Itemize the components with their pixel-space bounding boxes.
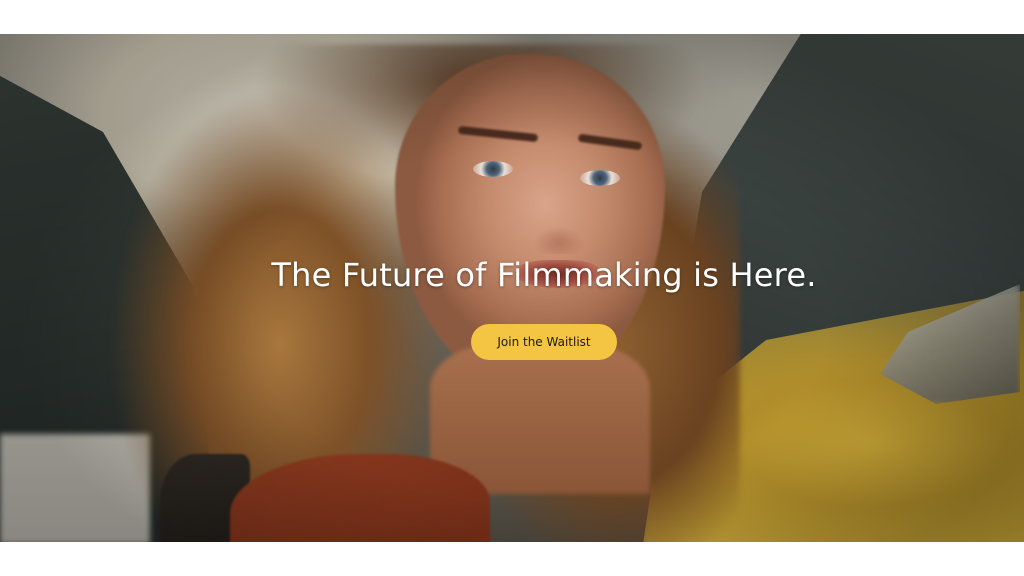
join-waitlist-button[interactable]: Join the Waitlist — [471, 324, 617, 360]
hero-headline: The Future of Filmmaking is Here. — [271, 256, 817, 294]
page: The Future of Filmmaking is Here. Join t… — [0, 0, 1024, 576]
hero-content: The Future of Filmmaking is Here. Join t… — [0, 34, 1024, 542]
hero-section: The Future of Filmmaking is Here. Join t… — [0, 34, 1024, 542]
